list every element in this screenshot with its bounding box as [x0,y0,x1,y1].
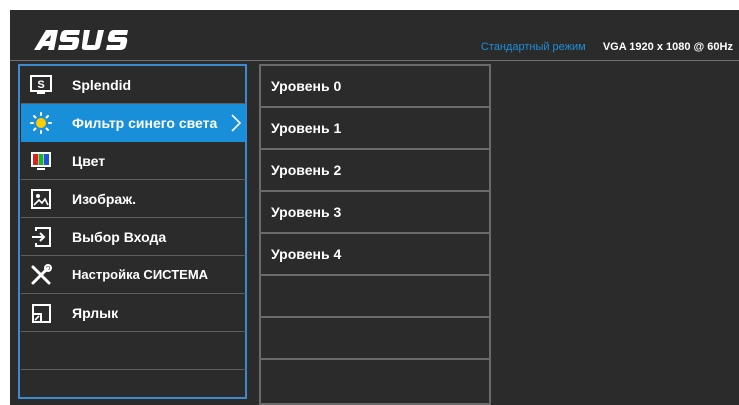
color-icon [30,150,52,172]
submenu-item-level-2[interactable]: Уровень 2 [261,150,489,192]
mode-text: Стандартный режим [480,41,586,53]
image-icon [30,188,52,210]
system-setup-icon [30,263,52,286]
menu-item-empty [21,332,246,370]
main-menu: S Splendid Фильтр синего света Цвет Изоб… [18,64,247,399]
submenu-item-empty [261,276,489,318]
menu-item-label: Выбор Входа [72,228,167,245]
menu-item-input-select[interactable]: Выбор Входа [21,218,246,256]
input-select-icon [30,226,52,248]
chevron-right-icon [231,114,242,132]
svg-text:S: S [37,79,44,91]
menu-item-label: Фильтр синего света [72,115,218,131]
submenu-item-empty [261,360,489,402]
status-bar: Стандартный режим VGA 1920 x 1080 @ 60Hz [481,41,733,53]
submenu-item-level-0[interactable]: Уровень 0 [261,66,489,108]
menu-item-label: Splendid [72,76,132,93]
menu-item-label: Ярлык [72,304,119,321]
submenu: Уровень 0 Уровень 1 Уровень 2 Уровень 3 … [259,64,491,405]
menu-item-label: Цвет [72,152,106,169]
shortcut-icon [30,302,52,324]
signal-text: VGA 1920 x 1080 @ 60Hz [602,41,733,53]
asus-logo [34,30,128,50]
menu-item-label: Настройка СИСТЕМА [72,267,209,282]
menu-item-image[interactable]: Изображ. [21,180,246,218]
menu-item-splendid[interactable]: S Splendid [21,66,246,104]
submenu-item-level-1[interactable]: Уровень 1 [261,108,489,150]
submenu-item-empty [261,318,489,360]
osd-screen: Стандартный режим VGA 1920 x 1080 @ 60Hz… [10,10,739,405]
submenu-item-level-4[interactable]: Уровень 4 [261,234,489,276]
menu-item-blue-light-filter[interactable]: Фильтр синего света [21,104,246,142]
submenu-item-level-3[interactable]: Уровень 3 [261,192,489,234]
menu-item-color[interactable]: Цвет [21,142,246,180]
menu-item-label: Изображ. [72,190,137,207]
splendid-icon: S [30,74,52,96]
header-divider [10,60,739,61]
menu-item-shortcut[interactable]: Ярлык [21,294,246,332]
menu-item-system-setup[interactable]: Настройка СИСТЕМА [21,256,246,294]
blue-light-icon [30,112,52,134]
